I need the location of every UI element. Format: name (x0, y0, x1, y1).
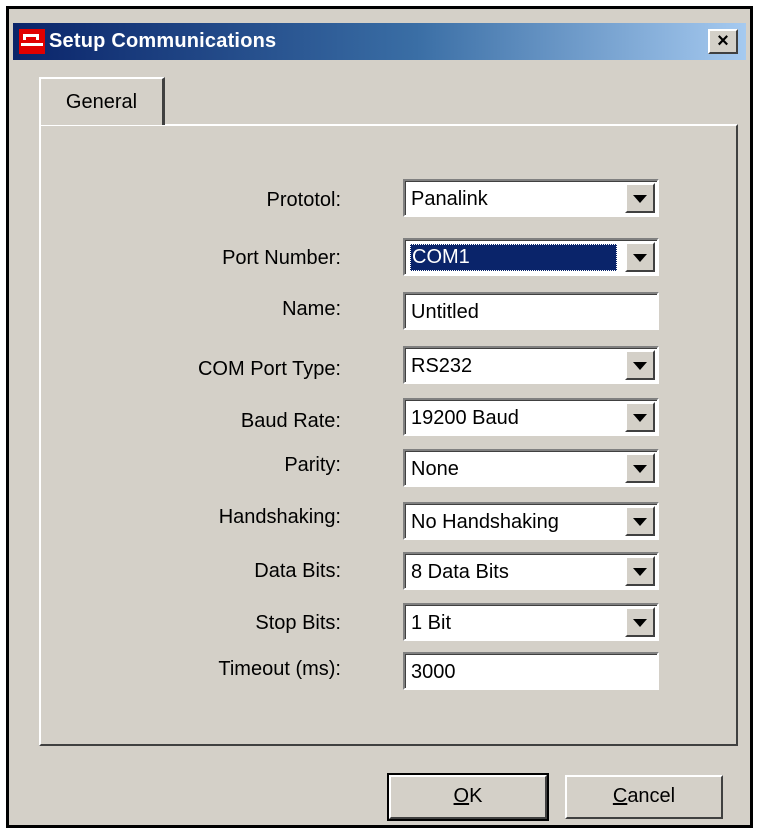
cancel-mnemonic: C (612, 785, 628, 807)
timeout-label: Timeout (ms): (218, 658, 341, 680)
app-logo-icon[interactable] (19, 29, 45, 54)
parity-label: Parity: (284, 454, 341, 476)
protocol-value: Panalink (411, 188, 488, 210)
handshaking-select[interactable]: No Handshaking (403, 502, 659, 540)
cancel-button[interactable]: Cancel (565, 775, 723, 819)
com-port-type-value: RS232 (411, 355, 473, 377)
parity-value: None (411, 458, 459, 480)
handshaking-dropdown-button[interactable] (625, 506, 655, 536)
chevron-down-icon (633, 619, 647, 627)
chevron-down-icon (633, 195, 647, 203)
title-bar[interactable]: Setup Communications × (13, 23, 746, 60)
timeout-value: 3000 (411, 661, 456, 683)
chevron-down-icon (633, 568, 647, 576)
cancel-label-rest: ancel (627, 785, 676, 807)
port-number-select[interactable]: COM1 (403, 238, 659, 276)
close-icon: × (717, 30, 729, 52)
tab-general[interactable]: General (39, 77, 165, 125)
baud-rate-label: Baud Rate: (240, 410, 341, 432)
data-bits-select[interactable]: 8 Data Bits (403, 552, 659, 590)
com-port-type-select[interactable]: RS232 (403, 346, 659, 384)
com-port-type-label: COM Port Type: (197, 358, 341, 380)
ok-button[interactable]: OK (387, 773, 549, 821)
chevron-down-icon (633, 465, 647, 473)
port-number-label: Port Number: (222, 247, 341, 269)
port-number-value: COM1 (410, 244, 617, 271)
com-port-type-dropdown-button[interactable] (625, 350, 655, 380)
parity-select[interactable]: None (403, 449, 659, 487)
parity-dropdown-button[interactable] (625, 453, 655, 483)
stop-bits-label: Stop Bits: (255, 612, 341, 634)
stop-bits-dropdown-button[interactable] (625, 607, 655, 637)
protocol-select[interactable]: Panalink (403, 179, 659, 217)
protocol-label: Prototol: (266, 189, 341, 211)
stop-bits-value: 1 Bit (411, 612, 452, 634)
data-bits-label: Data Bits: (254, 560, 341, 582)
setup-communications-dialog: Setup Communications × General Prototol:… (6, 6, 753, 828)
ok-label-rest: K (469, 785, 483, 807)
chevron-down-icon (633, 518, 647, 526)
stop-bits-select[interactable]: 1 Bit (403, 603, 659, 641)
chevron-down-icon (633, 254, 647, 262)
ok-mnemonic: O (453, 785, 470, 807)
chevron-down-icon (633, 414, 647, 422)
handshaking-label: Handshaking: (218, 506, 341, 528)
handshaking-value: No Handshaking (411, 511, 559, 533)
window-title: Setup Communications (49, 30, 277, 52)
name-value: Untitled (411, 301, 479, 323)
baud-rate-select[interactable]: 19200 Baud (403, 398, 659, 436)
timeout-field[interactable]: 3000 (403, 652, 659, 690)
data-bits-value: 8 Data Bits (411, 561, 509, 583)
protocol-dropdown-button[interactable] (625, 183, 655, 213)
name-field[interactable]: Untitled (403, 292, 659, 330)
chevron-down-icon (633, 362, 647, 370)
port-number-dropdown-button[interactable] (625, 242, 655, 272)
data-bits-dropdown-button[interactable] (625, 556, 655, 586)
name-label: Name: (282, 298, 341, 320)
baud-rate-value: 19200 Baud (411, 407, 519, 429)
general-tab-panel: Prototol: Panalink Port Number: COM1 Nam… (39, 124, 738, 746)
close-button[interactable]: × (708, 29, 738, 54)
baud-rate-dropdown-button[interactable] (625, 402, 655, 432)
